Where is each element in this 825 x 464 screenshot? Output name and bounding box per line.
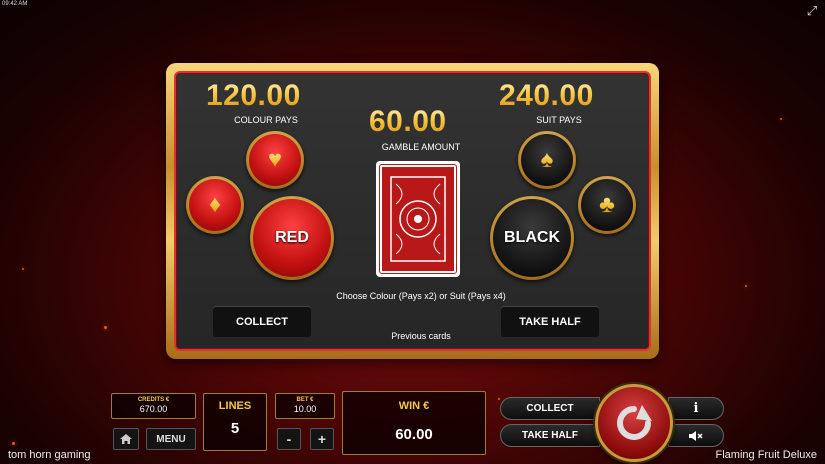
- diamonds-icon: ♦: [208, 191, 222, 218]
- ember: [498, 398, 500, 400]
- black-button[interactable]: BLACK: [490, 196, 574, 280]
- clubs-button[interactable]: ♣: [578, 176, 636, 234]
- hearts-button[interactable]: ♥: [246, 131, 304, 189]
- credits-box: CREDITS € 670.00: [111, 393, 196, 419]
- lines-box: LINES 5: [203, 393, 267, 451]
- home-button[interactable]: [113, 428, 139, 450]
- brand-label: tom horn gaming: [8, 449, 91, 461]
- ember: [12, 442, 15, 445]
- ember: [745, 285, 747, 287]
- clubs-icon: ♣: [599, 191, 615, 218]
- card-ornament-icon: [390, 176, 446, 262]
- colour-pays-label: COLOUR PAYS: [234, 115, 298, 125]
- bet-minus-button[interactable]: -: [277, 428, 301, 450]
- previous-cards-label: Previous cards: [391, 331, 451, 341]
- spades-button[interactable]: ♠: [518, 131, 576, 189]
- info-icon: i: [693, 401, 699, 416]
- ember: [780, 118, 782, 120]
- red-face: RED: [253, 199, 331, 277]
- gamble-instructions: Choose Colour (Pays x2) or Suit (Pays x4…: [336, 291, 506, 301]
- mute-icon: [689, 430, 703, 441]
- spin-button[interactable]: [595, 384, 673, 462]
- suit-pays-label: SUIT PAYS: [536, 115, 582, 125]
- black-face: BLACK: [493, 199, 571, 277]
- diamonds-face: ♦: [189, 179, 241, 231]
- game-title: Flaming Fruit Deluxe: [715, 449, 817, 461]
- red-button[interactable]: RED: [250, 196, 334, 280]
- credits-label: CREDITS €: [137, 397, 170, 403]
- gamble-panel: 120.00 COLOUR PAYS 60.00 GAMBLE AMOUNT 2…: [166, 63, 659, 359]
- card-back: [376, 161, 460, 277]
- credits-value: 670.00: [139, 404, 168, 414]
- fullscreen-icon[interactable]: ⤢: [805, 4, 819, 18]
- sound-button[interactable]: [668, 424, 724, 447]
- card-pattern: [379, 164, 457, 274]
- win-label: WIN €: [398, 400, 430, 412]
- clubs-face: ♣: [581, 179, 633, 231]
- win-value: 60.00: [395, 426, 433, 443]
- clock: 09:42 AM: [2, 1, 28, 7]
- win-box: WIN € 60.00: [342, 391, 486, 455]
- bottom-collect-button[interactable]: COLLECT: [500, 397, 600, 420]
- bet-value: 10.00: [293, 404, 317, 414]
- bottom-take-half-button[interactable]: TAKE HALF: [500, 424, 600, 447]
- gamble-amount-label: GAMBLE AMOUNT: [381, 142, 461, 152]
- menu-button[interactable]: MENU: [146, 428, 196, 450]
- spin-icon: [617, 405, 652, 440]
- gamble-amount-value: 60.00: [369, 105, 447, 138]
- lines-value: 5: [230, 420, 240, 437]
- hearts-face: ♥: [249, 134, 301, 186]
- ember: [104, 326, 107, 329]
- home-icon: [120, 434, 132, 444]
- spades-face: ♠: [521, 134, 573, 186]
- take-half-button[interactable]: TAKE HALF: [501, 306, 599, 337]
- bet-label: BET €: [296, 397, 314, 403]
- black-label: BLACK: [504, 229, 560, 246]
- collect-button[interactable]: COLLECT: [213, 306, 311, 337]
- colour-pays-value: 120.00: [206, 79, 301, 112]
- suit-pays-value: 240.00: [499, 79, 594, 112]
- gamble-panel-inner: 120.00 COLOUR PAYS 60.00 GAMBLE AMOUNT 2…: [174, 71, 651, 351]
- spades-icon: ♠: [540, 146, 554, 173]
- bet-box: BET € 10.00: [275, 393, 335, 419]
- bet-plus-button[interactable]: +: [310, 428, 334, 450]
- info-button[interactable]: i: [668, 397, 724, 420]
- red-label: RED: [275, 229, 309, 246]
- lines-label: LINES: [218, 400, 252, 412]
- diamonds-button[interactable]: ♦: [186, 176, 244, 234]
- hearts-icon: ♥: [267, 146, 283, 173]
- ember: [22, 268, 24, 270]
